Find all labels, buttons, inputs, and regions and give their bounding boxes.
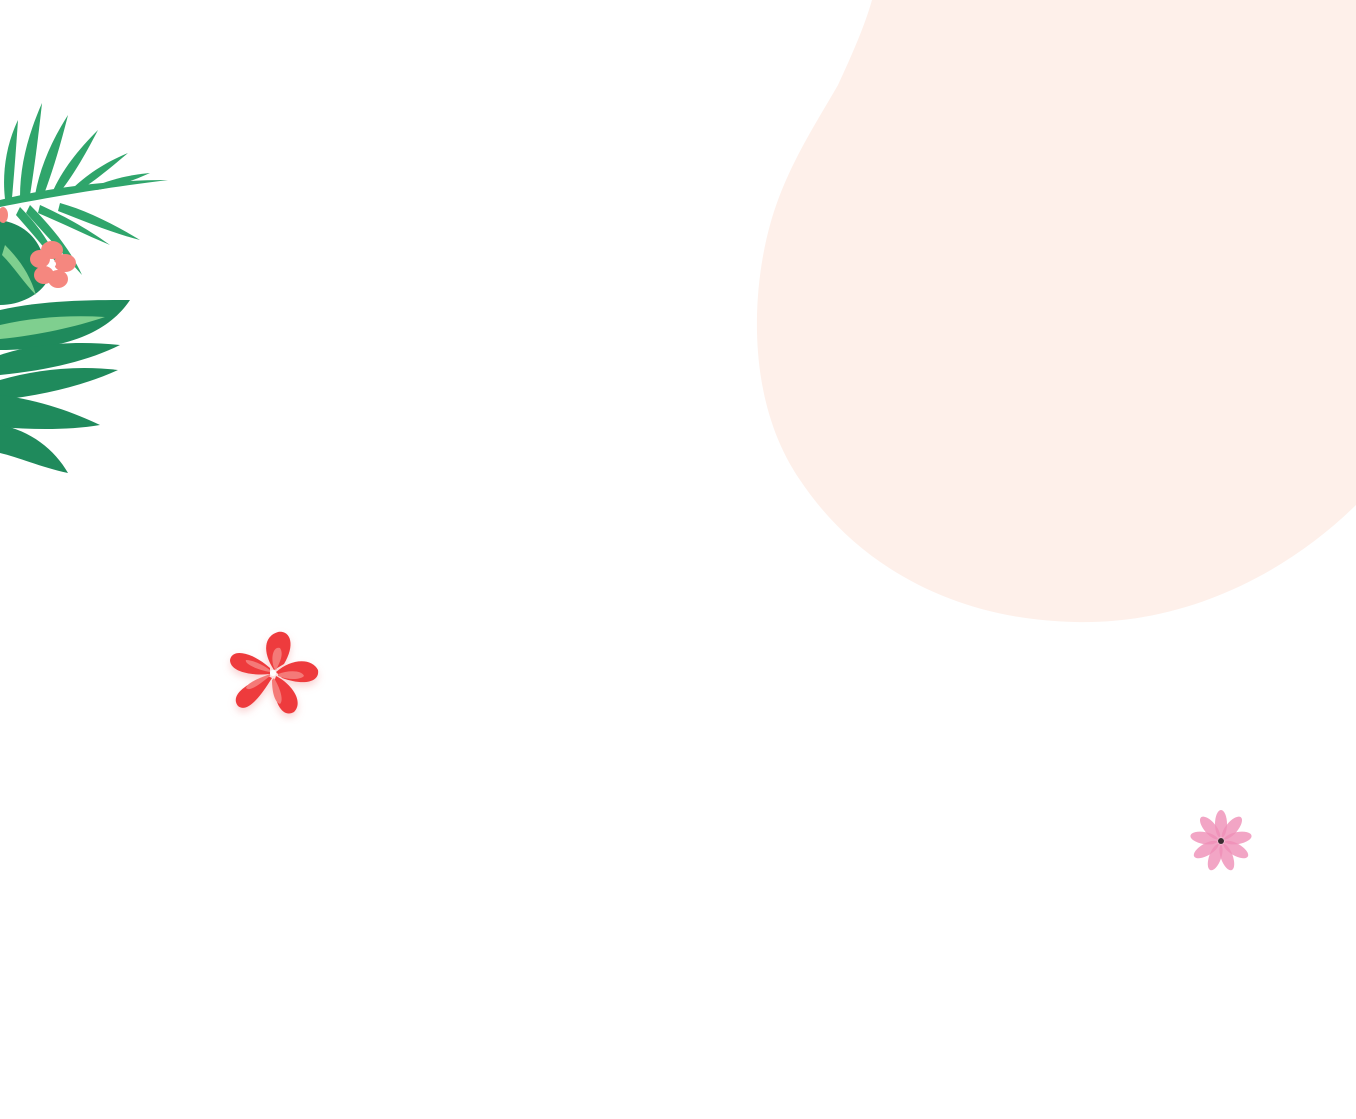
page-canvas xyxy=(0,0,1356,1119)
tropical-leaves-icon xyxy=(0,103,168,473)
peach-blob-shape xyxy=(756,0,1356,623)
pink-flower-icon xyxy=(1190,810,1252,871)
hibiscus-flower-icon xyxy=(230,631,319,714)
